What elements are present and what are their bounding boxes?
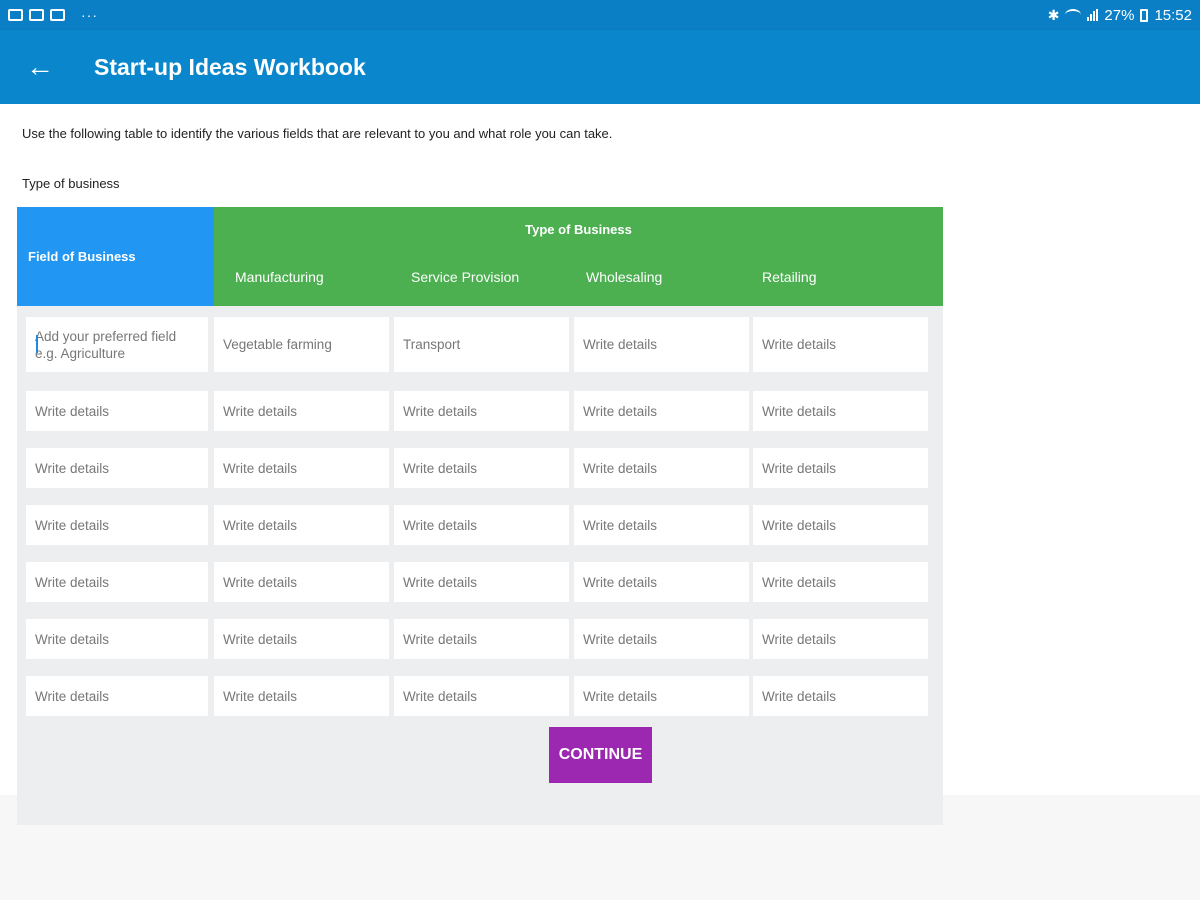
bluetooth-icon: ✱: [1047, 6, 1060, 23]
cell-input-field[interactable]: Write details: [26, 391, 208, 431]
cell-text: Write details: [223, 631, 298, 647]
clock: 15:52: [1154, 6, 1192, 24]
back-arrow-icon[interactable]: ←: [0, 30, 80, 104]
cell-text: Write details: [583, 337, 658, 352]
cell-text: Write details: [762, 517, 837, 533]
cell-text: Write details: [762, 403, 837, 419]
continue-button[interactable]: CONTINUE: [549, 727, 652, 783]
cell-text: Vegetable farming: [223, 337, 332, 352]
section-subheading: Type of business: [22, 176, 120, 191]
column-header-retailing: Retailing: [762, 269, 817, 285]
more-notifications-icon: ···: [81, 7, 98, 23]
cell-input-manufacturing[interactable]: Write details: [214, 619, 389, 659]
image-icon: [8, 9, 23, 21]
cell-input-service-provision[interactable]: Write details: [394, 448, 569, 488]
column-header-wholesaling: Wholesaling: [586, 269, 663, 285]
cell-input-retailing[interactable]: Write details: [753, 619, 928, 659]
cell-text: Write details: [35, 460, 110, 476]
cell-text: Write details: [583, 460, 658, 476]
cell-text: Write details: [223, 574, 298, 590]
cell-input-service-provision[interactable]: Transport: [394, 317, 569, 372]
email-icon: [50, 9, 65, 21]
cell-text: Write details: [403, 460, 478, 476]
cell-text: Write details: [35, 403, 110, 419]
cell-input-wholesaling[interactable]: Write details: [574, 562, 749, 602]
app-bar: ← Start-up Ideas Workbook: [0, 30, 1200, 104]
status-left: ···: [8, 7, 98, 23]
cell-text: Write details: [223, 460, 298, 476]
text-cursor: [36, 335, 38, 353]
cell-text: Write details: [583, 517, 658, 533]
cell-input-manufacturing[interactable]: Write details: [214, 391, 389, 431]
cell-input-wholesaling[interactable]: Write details: [574, 619, 749, 659]
cell-input-service-provision[interactable]: Write details: [394, 562, 569, 602]
cell-text: Write details: [223, 517, 298, 533]
battery-percent: 27%: [1104, 6, 1135, 24]
cell-text: Write details: [403, 688, 478, 704]
intro-text: Use the following table to identify the …: [22, 126, 613, 141]
cell-input-wholesaling[interactable]: Write details: [574, 391, 749, 431]
type-of-business-header: Type of Business Manufacturing Service P…: [214, 207, 943, 306]
type-of-business-title: Type of Business: [525, 222, 632, 237]
cell-text: Write details: [583, 688, 658, 704]
cell-text: Write details: [583, 574, 658, 590]
cell-input-field[interactable]: Add your preferred field e.g. Agricultur…: [26, 317, 208, 372]
cell-text: Write details: [403, 403, 478, 419]
cell-text: Write details: [762, 688, 837, 704]
column-header-service-provision: Service Provision: [411, 269, 520, 285]
cell-text: Add your preferred field e.g. Agricultur…: [35, 328, 177, 361]
cell-input-field[interactable]: Write details: [26, 619, 208, 659]
cell-text: Write details: [762, 574, 837, 590]
signal-icon: [1087, 9, 1099, 21]
cell-input-retailing[interactable]: Write details: [753, 391, 928, 431]
cell-text: Write details: [35, 574, 110, 590]
cell-text: Write details: [223, 688, 298, 704]
cell-text: Write details: [403, 631, 478, 647]
cell-input-service-provision[interactable]: Write details: [394, 619, 569, 659]
cell-text: Write details: [583, 403, 658, 419]
cell-input-manufacturing[interactable]: Write details: [214, 676, 389, 716]
cell-input-retailing[interactable]: Write details: [753, 505, 928, 545]
battery-icon: [1140, 8, 1149, 22]
wifi-icon: [1065, 9, 1082, 21]
cell-input-field[interactable]: Write details: [26, 676, 208, 716]
cell-input-wholesaling[interactable]: Write details: [574, 317, 749, 372]
cell-text: Write details: [223, 403, 298, 419]
cell-text: Write details: [35, 688, 110, 704]
cell-input-manufacturing[interactable]: Vegetable farming: [214, 317, 389, 372]
cell-input-service-provision[interactable]: Write details: [394, 676, 569, 716]
field-of-business-header: Field of Business: [17, 207, 214, 306]
cell-text: Transport: [403, 337, 461, 352]
column-header-manufacturing: Manufacturing: [235, 269, 324, 285]
status-right: ✱ 27% 15:52: [1048, 7, 1192, 24]
main-content: Use the following table to identify the …: [0, 104, 1200, 825]
cell-text: Write details: [762, 337, 837, 352]
cell-input-field[interactable]: Write details: [26, 562, 208, 602]
cell-input-wholesaling[interactable]: Write details: [574, 505, 749, 545]
cell-input-manufacturing[interactable]: Write details: [214, 562, 389, 602]
cell-input-wholesaling[interactable]: Write details: [574, 676, 749, 716]
business-table: Field of Business Type of Business Manuf…: [17, 207, 943, 825]
cell-text: Write details: [583, 631, 658, 647]
cell-input-retailing[interactable]: Write details: [753, 562, 928, 602]
cell-text: Write details: [403, 517, 478, 533]
cell-text: Write details: [403, 574, 478, 590]
cell-text: Write details: [762, 631, 837, 647]
cell-input-retailing[interactable]: Write details: [753, 317, 928, 372]
cell-input-retailing[interactable]: Write details: [753, 676, 928, 716]
gallery-icon: [29, 9, 44, 21]
cell-text: Write details: [35, 517, 110, 533]
cell-input-manufacturing[interactable]: Write details: [214, 505, 389, 545]
cell-text: Write details: [762, 460, 837, 476]
cell-input-service-provision[interactable]: Write details: [394, 505, 569, 545]
cell-text: Write details: [35, 631, 110, 647]
cell-input-manufacturing[interactable]: Write details: [214, 448, 389, 488]
cell-input-retailing[interactable]: Write details: [753, 448, 928, 488]
cell-input-wholesaling[interactable]: Write details: [574, 448, 749, 488]
cell-input-field[interactable]: Write details: [26, 448, 208, 488]
status-bar: ··· ✱ 27% 15:52: [0, 0, 1200, 30]
page-title: Start-up Ideas Workbook: [94, 53, 366, 80]
cell-input-field[interactable]: Write details: [26, 505, 208, 545]
cell-input-service-provision[interactable]: Write details: [394, 391, 569, 431]
